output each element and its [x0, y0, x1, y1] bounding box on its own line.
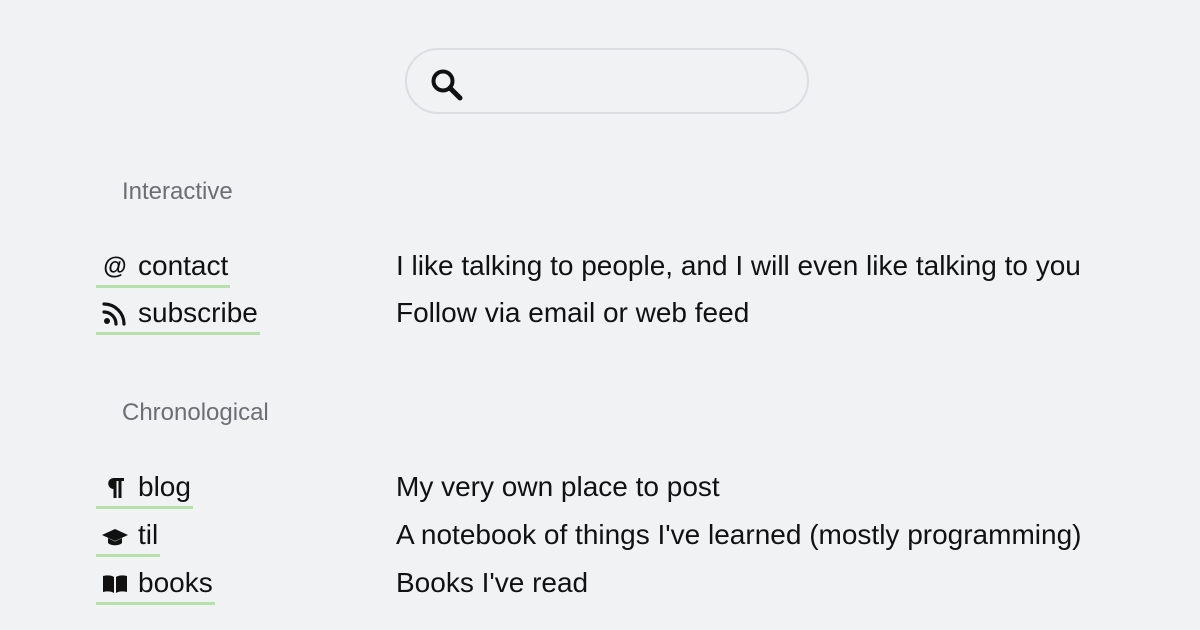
contact-link[interactable]: @ contact: [96, 247, 231, 288]
book-icon: [103, 575, 127, 593]
rss-icon: [102, 302, 126, 326]
til-link-label: til: [138, 519, 159, 550]
contact-link-label: contact: [138, 250, 229, 281]
books-link-label: books: [138, 567, 213, 598]
books-link[interactable]: books: [96, 564, 215, 605]
search-input[interactable]: [477, 62, 791, 104]
til-description: A notebook of things I've learned (mostl…: [396, 519, 1082, 550]
list-item-subscribe: subscribe Follow via email or web feed: [96, 294, 1176, 335]
section-title-interactive: Interactive: [122, 178, 233, 205]
subscribe-link[interactable]: subscribe: [96, 294, 260, 335]
search-icon[interactable]: [429, 67, 465, 103]
contact-description: I like talking to people, and I will eve…: [396, 250, 1081, 281]
list-item-books: books Books I've read: [96, 564, 1176, 605]
list-item-til: til A notebook of things I've learned (m…: [96, 516, 1176, 557]
svg-text:@: @: [103, 253, 126, 280]
section-title-chronological: Chronological: [122, 399, 269, 426]
blog-link-label: blog: [138, 471, 191, 502]
graduation-cap-icon: [102, 529, 128, 546]
list-item-blog: blog My very own place to post: [96, 468, 1176, 509]
subscribe-link-label: subscribe: [138, 297, 258, 328]
books-description: Books I've read: [396, 567, 589, 598]
search-box[interactable]: [405, 48, 809, 114]
list-item-contact: @ contact I like talking to people, and …: [96, 247, 1176, 288]
til-link[interactable]: til: [96, 516, 161, 557]
blog-description: My very own place to post: [396, 471, 720, 502]
blog-link[interactable]: blog: [96, 468, 193, 509]
at-icon: @: [103, 253, 126, 280]
pilcrow-icon: [108, 477, 124, 498]
subscribe-description: Follow via email or web feed: [396, 297, 750, 328]
